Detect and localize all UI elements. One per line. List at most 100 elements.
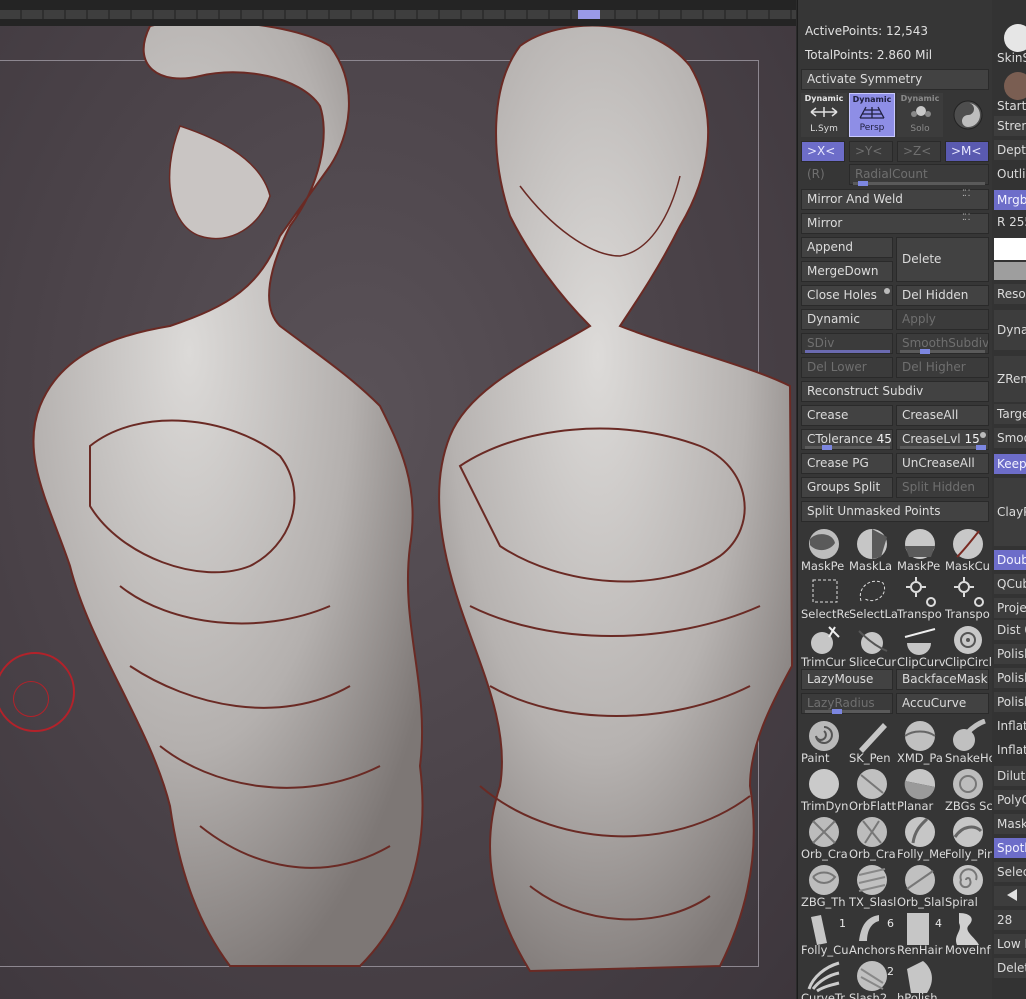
target-polycount-slider[interactable]: Targe [994,404,1026,424]
canvas-viewport[interactable] [0,26,796,999]
axis-z-button[interactable]: >Z< [897,141,941,162]
delete-button[interactable]: Delete [896,237,989,282]
lazy-mouse-button[interactable]: LazyMouse [801,669,893,690]
claypolish-button[interactable]: ClayP [994,478,1026,546]
brush-tile-planar[interactable]: Planar [897,765,945,813]
mirror-and-weld-button[interactable]: Mirror And Weld [801,189,989,210]
depth-slider[interactable]: Depth [994,140,1026,160]
brush-tile-clipcurve[interactable]: ClipCurv [897,621,945,669]
strength-slider[interactable]: Stren [994,116,1026,136]
brush-tile-folly-me[interactable]: Folly_Me [897,813,945,861]
apply-button[interactable]: Apply [896,309,989,330]
crease-lvl-knob[interactable] [976,445,986,450]
crease-lvl-toggle[interactable] [980,432,986,438]
polish-slider-1[interactable]: Polish [994,644,1026,664]
delete-strip-button[interactable]: Delet [994,958,1026,978]
brush-tile-orbflatten[interactable]: OrbFlatt [849,765,897,813]
close-holes-button[interactable]: Close Holes [801,285,893,306]
append-button[interactable]: Append [801,237,893,258]
axis-m-button[interactable]: >M< [945,141,989,162]
brush-tile-anchors[interactable]: 6 Anchors [849,909,897,957]
merge-down-button[interactable]: MergeDown [801,261,893,282]
zremesher-button[interactable]: ZRem [994,356,1026,402]
del-hidden-button[interactable]: Del Hidden [896,285,989,306]
brush-tile-maskpen-2[interactable]: MaskPe [897,525,945,573]
project-button[interactable]: Proje [994,598,1026,618]
brush-tile-maskcurve[interactable]: MaskCu [945,525,992,573]
brush-tile-spiral[interactable]: Spiral [945,861,992,909]
inflate-slider-2[interactable]: Inflat [994,740,1026,760]
radial-count-knob[interactable] [858,181,868,186]
brush-tile-clipcircle[interactable]: ClipCircl [945,621,992,669]
polish-slider-3[interactable]: Polish [994,692,1026,712]
resolution-slider[interactable]: Resol [994,284,1026,304]
brush-tile-selectrect[interactable]: SelectRe [801,573,849,621]
brush-tile-hpolish[interactable]: hPolish [897,957,945,999]
brush-tile-snakehook[interactable]: SnakeHo [945,717,992,765]
main-color-swatch[interactable] [994,238,1026,260]
brush-tile-masklasso[interactable]: MaskLa [849,525,897,573]
persp-button[interactable]: Dynamic Persp [849,93,895,137]
mrgb-button[interactable]: Mrgb [994,190,1026,210]
ctolerance-knob[interactable] [822,445,832,450]
split-hidden-button[interactable]: Split Hidden [896,477,989,498]
crease-pg-button[interactable]: Crease PG [801,453,893,474]
accu-curve-button[interactable]: AccuCurve [896,693,989,714]
select-button[interactable]: Selec [994,862,1026,882]
dynamesh-button[interactable]: Dyna [994,310,1026,350]
brush-tile-zbgs-sc[interactable]: ZBGs Sc [945,765,992,813]
backface-mask-button[interactable]: BackfaceMask [896,669,989,690]
dynamic-subdiv-button[interactable]: Dynamic [801,309,893,330]
lsym-button[interactable]: Dynamic L.Sym [801,93,847,137]
brush-tile-renhair[interactable]: 4 RenHair [897,909,945,957]
timeline-track[interactable] [0,10,796,19]
brush-tile-slash2[interactable]: 2 Slash2 [849,957,897,999]
brush-tile-trimdyn[interactable]: TrimDyn [801,765,849,813]
low-res-button[interactable]: Low R [994,934,1026,954]
mask-button[interactable]: Mask [994,814,1026,834]
brush-tile-slicecurve[interactable]: SliceCur [849,621,897,669]
solo-button[interactable]: Dynamic Solo [897,93,943,137]
secondary-color-swatch[interactable] [994,262,1026,280]
mirror-button[interactable]: Mirror [801,213,989,234]
spotlight-button[interactable]: Spotli [994,838,1026,858]
activate-symmetry-button[interactable]: Activate Symmetry [801,69,989,90]
left-arrow-button[interactable] [994,886,1026,906]
polygroup-button[interactable]: PolyG [994,790,1026,810]
axis-x-button[interactable]: >X< [801,141,845,162]
dilute-button[interactable]: Dilute [994,766,1026,786]
reconstruct-subdiv-button[interactable]: Reconstruct Subdiv [801,381,989,402]
brush-tile-selectlasso[interactable]: SelectLa [849,573,897,621]
groups-split-button[interactable]: Groups Split [801,477,893,498]
dist-slider[interactable]: Dist 0 [994,620,1026,640]
brush-tile-tx-slash[interactable]: TX_Slasl [849,861,897,909]
smooth-groups-slider[interactable]: Smoo [994,428,1026,448]
lazy-radius-knob[interactable] [832,709,842,714]
brush-tile-sk-pen[interactable]: SK_Pen [849,717,897,765]
del-higher-button[interactable]: Del Higher [896,357,989,378]
uncrease-all-button[interactable]: UnCreaseAll [896,453,989,474]
axis-y-button[interactable]: >Y< [849,141,893,162]
brush-tile-curvetr[interactable]: CurveTr [801,957,849,999]
close-holes-toggle[interactable] [884,288,890,294]
del-lower-button[interactable]: Del Lower [801,357,893,378]
brush-tile-paint[interactable]: Paint [801,717,849,765]
brush-tile-orb-slash[interactable]: Orb_Slal [897,861,945,909]
brush-tile-orb-crack-2[interactable]: Orb_Cra [849,813,897,861]
outline-option[interactable]: Outlin [994,164,1026,184]
timeline-marker[interactable] [578,10,600,19]
inflate-slider-1[interactable]: Inflat [994,716,1026,736]
keep-groups-button[interactable]: Keep [994,454,1026,474]
smooth-subdiv-knob[interactable] [920,349,930,354]
brush-tile-trimcurve[interactable]: TrimCur [801,621,849,669]
brush-tile-folly-cu[interactable]: 1 Folly_Cu [801,909,849,957]
brush-tile-transpose-1[interactable]: Transpo [897,573,945,621]
qcube-button[interactable]: QCub [994,574,1026,594]
brush-tile-moveinf[interactable]: MoveInf [945,909,992,957]
radial-r-button[interactable]: (R) [801,164,845,185]
transp-button[interactable] [945,93,991,137]
brush-tile-maskpen[interactable]: MaskPe [801,525,849,573]
brush-tile-orb-crack-1[interactable]: Orb_Cra [801,813,849,861]
brush-tile-zbg-th[interactable]: ZBG_Th [801,861,849,909]
count-field[interactable]: 28 [994,910,1026,930]
